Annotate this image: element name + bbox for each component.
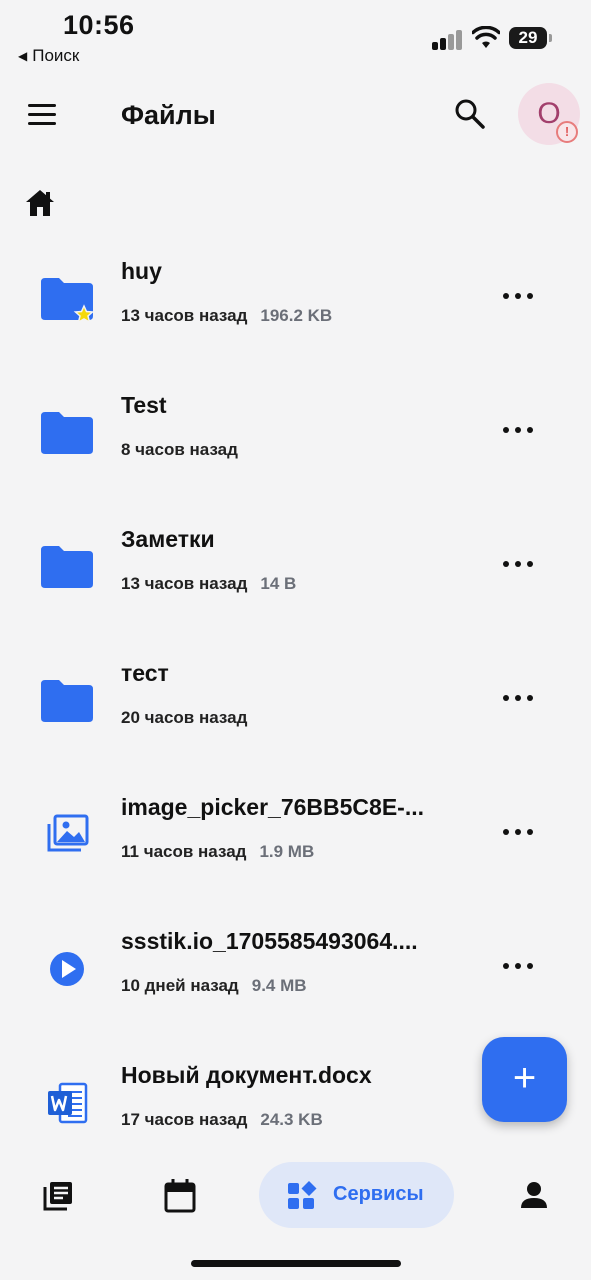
folder-icon <box>41 546 93 588</box>
bottom-navigation: Сервисы <box>0 1140 591 1280</box>
battery-indicator: 29 <box>509 27 552 49</box>
file-row[interactable]: huy 13 часов назад 196.2 KB <box>0 230 591 364</box>
file-row[interactable]: Заметки 13 часов назад 14 B <box>0 498 591 632</box>
app-header: Файлы O ! <box>0 80 591 160</box>
file-modified: 11 часов назад <box>121 842 247 861</box>
video-play-icon <box>50 952 84 986</box>
library-icon[interactable] <box>41 1179 75 1213</box>
folder-icon <box>41 412 93 454</box>
person-icon[interactable] <box>519 1180 549 1210</box>
file-name: huy <box>121 258 162 284</box>
file-name: Заметки <box>121 526 215 552</box>
file-meta: 13 часов назад 14 B <box>121 574 296 594</box>
file-row[interactable]: image_picker_76BB5C8E-... 11 часов назад… <box>0 766 591 900</box>
more-options-icon[interactable] <box>503 554 533 574</box>
file-meta: 20 часов назад <box>121 708 247 728</box>
home-icon[interactable] <box>24 188 56 218</box>
folder-icon <box>41 680 93 722</box>
file-size: 24.3 KB <box>260 1110 323 1129</box>
services-icon <box>288 1181 317 1209</box>
file-meta: 8 часов назад <box>121 440 238 460</box>
add-file-button[interactable]: + <box>482 1037 567 1122</box>
file-meta: 17 часов назад 24.3 KB <box>121 1110 323 1130</box>
back-to-app-link[interactable]: ◀ Поиск <box>18 46 79 66</box>
file-name: Новый документ.docx <box>121 1062 372 1088</box>
file-name: image_picker_76BB5C8E-... <box>121 794 424 820</box>
more-options-icon[interactable] <box>503 956 533 976</box>
more-options-icon[interactable] <box>503 420 533 440</box>
page-title: Файлы <box>121 100 216 130</box>
word-document-icon <box>48 1082 88 1124</box>
back-triangle-icon: ◀ <box>18 49 28 63</box>
file-size: 14 B <box>260 574 297 593</box>
nav-services-label: Сервисы <box>333 1183 424 1205</box>
file-row[interactable]: Test 8 часов назад <box>0 364 591 498</box>
file-size: 1.9 MB <box>259 842 315 861</box>
folder-icon <box>41 278 95 324</box>
file-modified: 8 часов назад <box>121 440 238 459</box>
file-row[interactable]: ssstik.io_1705585493064.... 10 дней наза… <box>0 900 591 1034</box>
file-name: ssstik.io_1705585493064.... <box>121 928 418 954</box>
file-modified: 13 часов назад <box>121 574 248 593</box>
file-name: Test <box>121 392 167 418</box>
file-meta: 10 дней назад 9.4 MB <box>121 976 307 996</box>
more-options-icon[interactable] <box>503 688 533 708</box>
file-modified: 10 дней назад <box>121 976 239 995</box>
file-row[interactable]: тест 20 часов назад <box>0 632 591 766</box>
back-app-label: Поиск <box>32 46 80 65</box>
status-time: 10:56 <box>63 10 135 40</box>
hamburger-menu-icon[interactable] <box>26 102 58 128</box>
file-size: 196.2 KB <box>260 306 333 325</box>
more-options-icon[interactable] <box>503 286 533 306</box>
image-file-icon <box>47 814 89 852</box>
file-modified: 13 часов назад <box>121 306 248 325</box>
file-modified: 17 часов назад <box>121 1110 248 1129</box>
cellular-signal-icon <box>432 28 464 50</box>
calendar-icon[interactable] <box>163 1178 197 1214</box>
file-name: тест <box>121 660 169 686</box>
home-indicator <box>191 1260 401 1267</box>
more-options-icon[interactable] <box>503 822 533 842</box>
file-meta: 13 часов назад 196.2 KB <box>121 306 332 326</box>
file-size: 9.4 MB <box>251 976 307 995</box>
avatar-alert-icon: ! <box>556 121 578 143</box>
status-bar: 10:56 ◀ Поиск 29 <box>0 0 591 80</box>
nav-services-tab[interactable]: Сервисы <box>259 1162 454 1228</box>
file-meta: 11 часов назад 1.9 MB <box>121 842 314 862</box>
wifi-icon <box>472 26 500 48</box>
search-icon[interactable] <box>452 96 488 132</box>
file-modified: 20 часов назад <box>121 708 248 727</box>
